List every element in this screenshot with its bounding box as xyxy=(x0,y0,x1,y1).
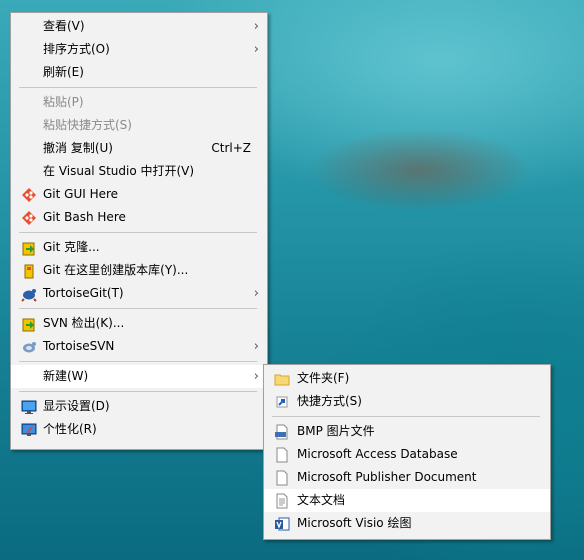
git-gui-label: Git GUI Here xyxy=(43,187,119,201)
menu-item-display-settings[interactable]: 显示设置(D) xyxy=(11,395,267,418)
new-submenu: 文件夹(F) 快捷方式(S) BMP 图片文件 Microsoft Access… xyxy=(263,364,551,540)
menu-item-new[interactable]: 新建(W) › xyxy=(11,365,267,388)
menu-separator xyxy=(19,308,257,309)
publisher-label: Microsoft Publisher Document xyxy=(297,470,477,484)
svn-checkout-label: SVN 检出(K)... xyxy=(43,316,125,330)
paste-shortcut-label: 粘贴快捷方式(S) xyxy=(43,118,132,132)
chevron-right-icon: › xyxy=(253,19,259,34)
shortcut-label: 快捷方式(S) xyxy=(297,394,362,408)
open-vs-label: 在 Visual Studio 中打开(V) xyxy=(43,164,195,178)
chevron-right-icon: › xyxy=(253,42,259,57)
visio-icon xyxy=(274,516,290,532)
display-settings-label: 显示设置(D) xyxy=(43,399,110,413)
bmp-label: BMP 图片文件 xyxy=(297,424,375,438)
svn-checkout-icon xyxy=(21,316,37,332)
submenu-item-publisher[interactable]: Microsoft Publisher Document xyxy=(264,466,550,489)
folder-label: 文件夹(F) xyxy=(297,371,350,385)
tortoisegit-label: TortoiseGit(T) xyxy=(43,286,124,300)
submenu-item-shortcut[interactable]: 快捷方式(S) xyxy=(264,390,550,413)
tortoisesvn-icon xyxy=(21,339,37,355)
menu-item-tortoisesvn[interactable]: TortoiseSVN › xyxy=(11,335,267,358)
submenu-item-access[interactable]: Microsoft Access Database xyxy=(264,443,550,466)
submenu-item-visio[interactable]: Microsoft Visio 绘图 xyxy=(264,512,550,535)
tortoisesvn-label: TortoiseSVN xyxy=(43,339,115,353)
menu-separator xyxy=(19,232,257,233)
chevron-right-icon: › xyxy=(253,339,259,354)
text-file-icon xyxy=(274,493,290,509)
text-label: 文本文档 xyxy=(297,493,346,507)
blank-file-icon xyxy=(274,470,290,486)
submenu-item-text[interactable]: 文本文档 xyxy=(264,489,550,512)
submenu-item-folder[interactable]: 文件夹(F) xyxy=(264,367,550,390)
menu-item-git-create-repo[interactable]: Git 在这里创建版本库(Y)... xyxy=(11,259,267,282)
menu-item-paste-shortcut: 粘贴快捷方式(S) xyxy=(11,114,267,137)
folder-icon xyxy=(274,371,290,387)
git-create-repo-label: Git 在这里创建版本库(Y)... xyxy=(43,263,189,277)
menu-item-git-gui[interactable]: Git GUI Here xyxy=(11,183,267,206)
menu-item-refresh[interactable]: 刷新(E) xyxy=(11,61,267,84)
personalize-icon xyxy=(21,422,37,438)
sort-label: 排序方式(O) xyxy=(43,42,110,56)
view-label: 查看(V) xyxy=(43,19,85,33)
menu-item-sort[interactable]: 排序方式(O) › xyxy=(11,38,267,61)
shortcut-icon xyxy=(274,394,290,410)
visio-label: Microsoft Visio 绘图 xyxy=(297,516,412,530)
new-label: 新建(W) xyxy=(43,369,89,383)
menu-separator xyxy=(19,87,257,88)
tortoisegit-icon xyxy=(21,286,37,302)
personalize-label: 个性化(R) xyxy=(43,422,97,436)
blank-file-icon xyxy=(274,447,290,463)
git-diamond-icon xyxy=(21,187,37,203)
git-diamond-icon xyxy=(21,210,37,226)
desktop-context-menu: 查看(V) › 排序方式(O) › 刷新(E) 粘贴(P) 粘贴快捷方式(S) … xyxy=(10,12,268,450)
undo-shortcut-text: Ctrl+Z xyxy=(211,141,251,155)
menu-item-git-bash[interactable]: Git Bash Here xyxy=(11,206,267,229)
menu-separator xyxy=(19,361,257,362)
menu-separator xyxy=(19,391,257,392)
access-label: Microsoft Access Database xyxy=(297,447,458,461)
menu-item-svn-checkout[interactable]: SVN 检出(K)... xyxy=(11,312,267,335)
paste-label: 粘贴(P) xyxy=(43,95,84,109)
menu-item-undo-copy[interactable]: 撤消 复制(U) Ctrl+Z xyxy=(11,137,267,160)
chevron-right-icon: › xyxy=(253,369,259,384)
menu-item-tortoisegit[interactable]: TortoiseGit(T) › xyxy=(11,282,267,305)
bmp-file-icon xyxy=(274,424,290,440)
menu-item-view[interactable]: 查看(V) › xyxy=(11,15,267,38)
menu-separator xyxy=(272,416,540,417)
git-clone-label: Git 克隆... xyxy=(43,240,100,254)
undo-label: 撤消 复制(U) xyxy=(43,141,113,155)
menu-item-paste: 粘贴(P) xyxy=(11,91,267,114)
tortoisegit-repo-icon xyxy=(21,263,37,279)
refresh-label: 刷新(E) xyxy=(43,65,84,79)
tortoisegit-clone-icon xyxy=(21,240,37,256)
git-bash-label: Git Bash Here xyxy=(43,210,126,224)
menu-item-git-clone[interactable]: Git 克隆... xyxy=(11,236,267,259)
monitor-icon xyxy=(21,399,37,415)
menu-item-open-visual-studio[interactable]: 在 Visual Studio 中打开(V) xyxy=(11,160,267,183)
menu-item-personalize[interactable]: 个性化(R) xyxy=(11,418,267,441)
submenu-item-bmp[interactable]: BMP 图片文件 xyxy=(264,420,550,443)
chevron-right-icon: › xyxy=(253,286,259,301)
